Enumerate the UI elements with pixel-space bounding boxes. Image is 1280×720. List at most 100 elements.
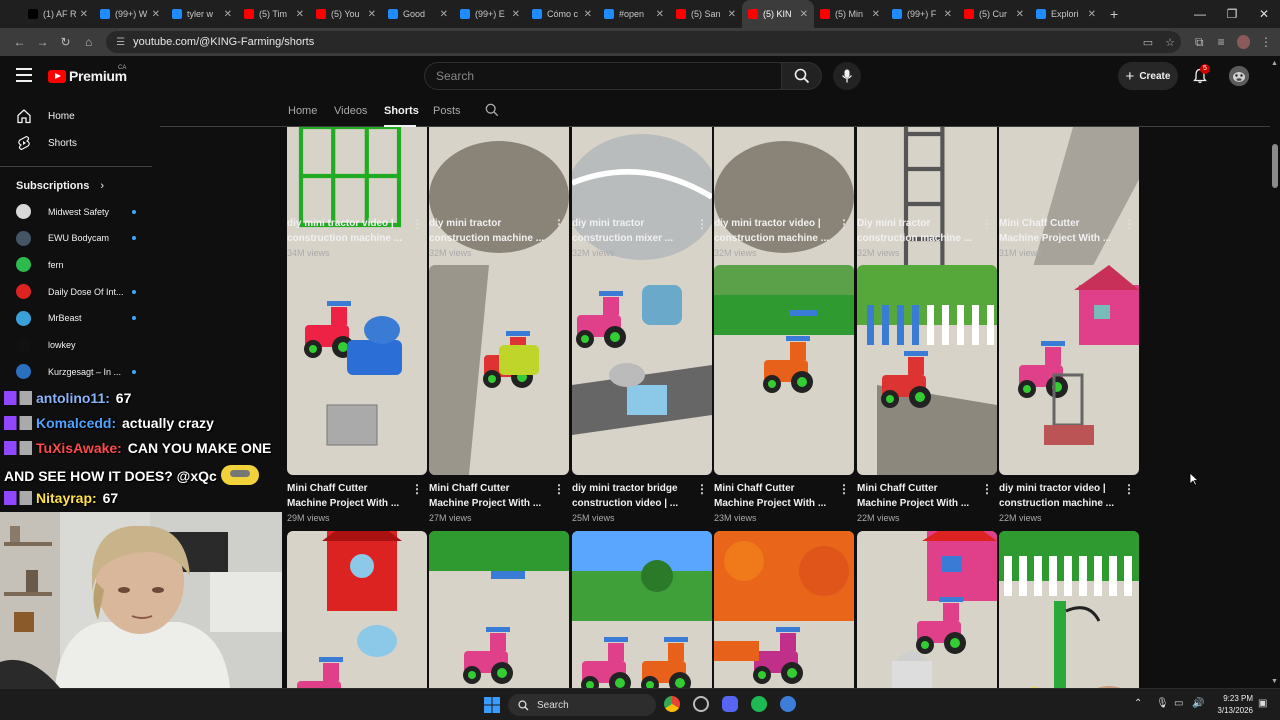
bookmark-star-icon[interactable]: ☆ [1165,36,1175,49]
short-title[interactable]: Diy mini tractor construction machine ..… [857,216,977,246]
tab-videos[interactable]: Videos [334,105,367,117]
scroll-up-icon[interactable]: ▲ [1271,60,1278,67]
close-window-button[interactable]: ✕ [1248,7,1280,21]
messenger-icon[interactable] [780,696,796,712]
close-tab-icon[interactable]: ✕ [944,9,952,20]
short-title[interactable]: Mini Chaff Cutter Machine Project With .… [429,481,549,511]
more-actions-icon[interactable]: ⋮ [838,482,850,496]
tray-chevron-icon[interactable]: ⌃ [1134,698,1142,709]
short-title[interactable]: diy mini tractor video | construction ma… [287,216,407,246]
browser-tab[interactable]: Good ✕ [382,0,454,28]
browser-tab[interactable]: (99+) E ✕ [454,0,526,28]
browser-menu-icon[interactable]: ⋮ [1260,35,1272,49]
more-actions-icon[interactable]: ⋮ [981,482,993,496]
search-input[interactable]: Search [424,62,782,90]
short-thumbnail[interactable] [999,265,1139,475]
short-thumbnail[interactable] [572,265,712,475]
short-title[interactable]: diy mini tractor bridge construction vid… [572,481,692,511]
spotify-icon[interactable] [751,696,767,712]
more-actions-icon[interactable]: ⋮ [696,482,708,496]
browser-tab[interactable]: tyler w ✕ [166,0,238,28]
extensions-icon[interactable]: ⧉ [1195,35,1204,50]
new-tab-button[interactable]: + [1110,6,1118,22]
more-actions-icon[interactable]: ⋮ [838,217,850,231]
close-tab-icon[interactable]: ✕ [80,9,88,20]
short-thumbnail[interactable] [429,265,569,475]
browser-tab[interactable]: (5) KIN ✕ [742,0,814,28]
account-avatar[interactable] [1229,66,1249,86]
short-title[interactable]: Mini Chaff Cutter Machine Project With .… [999,216,1119,246]
close-tab-icon[interactable]: ✕ [800,9,808,20]
url-input[interactable]: ☰ youtube.com/@KING-Farming/shorts ▭ ☆ [106,31,1181,53]
channel-search-button[interactable] [485,103,499,122]
back-button[interactable]: ← [8,35,31,49]
browser-tab[interactable]: (5) Tim ✕ [238,0,310,28]
restore-button[interactable]: ❐ [1216,7,1248,21]
short-title[interactable]: diy mini tractor construction mixer ... [572,216,692,246]
menu-icon[interactable] [16,68,32,82]
taskbar-search[interactable]: Search [508,694,656,716]
profile-avatar[interactable] [1236,35,1251,49]
tab-shorts[interactable]: Shorts [384,105,419,117]
browser-tab[interactable]: Cómo c ✕ [526,0,598,28]
guide-item-home[interactable]: Home [16,108,75,124]
close-tab-icon[interactable]: ✕ [728,9,736,20]
browser-tab[interactable]: (1) AF R ✕ [22,0,94,28]
short-thumbnail[interactable] [857,265,997,475]
scroll-down-icon[interactable]: ▼ [1271,678,1278,685]
youtube-premium-logo[interactable]: Premium CA [48,65,127,84]
short-thumbnail[interactable] [857,531,997,688]
browser-tab[interactable]: Explori ✕ [1030,0,1102,28]
tab-posts[interactable]: Posts [433,105,461,117]
site-info-icon[interactable]: ☰ [116,37,125,48]
browser-tab[interactable]: (5) San ✕ [670,0,742,28]
short-thumbnail[interactable] [429,531,569,688]
short-thumbnail[interactable] [287,531,427,688]
close-tab-icon[interactable]: ✕ [656,9,664,20]
minimize-button[interactable]: — [1184,7,1216,21]
more-actions-icon[interactable]: ⋮ [411,217,423,231]
chrome-icon[interactable] [664,696,680,712]
short-title[interactable]: diy mini tractor video | construction ma… [999,481,1119,511]
notification-center-icon[interactable]: ▣ [1258,698,1267,709]
browser-tab[interactable]: (5) You ✕ [310,0,382,28]
browser-tab[interactable]: (5) Min ✕ [814,0,886,28]
network-icon[interactable]: ▭ [1174,698,1183,709]
close-tab-icon[interactable]: ✕ [512,9,520,20]
volume-icon[interactable]: 🔊 [1192,698,1204,709]
more-actions-icon[interactable]: ⋮ [696,217,708,231]
close-tab-icon[interactable]: ✕ [152,9,160,20]
more-actions-icon[interactable]: ⋮ [1123,482,1135,496]
home-icon[interactable]: ⌂ [77,35,100,49]
scrollbar-thumb[interactable] [1272,144,1278,188]
obs-icon[interactable] [693,696,709,712]
voice-search-button[interactable] [833,62,861,90]
discord-icon[interactable] [722,696,738,712]
create-button[interactable]: + Create [1118,62,1178,90]
taskbar-clock[interactable]: 9:23 PM 3/13/2026 [1213,693,1253,717]
search-button[interactable] [782,62,822,90]
close-tab-icon[interactable]: ✕ [584,9,592,20]
short-title[interactable]: Mini Chaff Cutter Machine Project With .… [714,481,834,511]
short-thumbnail[interactable] [287,265,427,475]
more-actions-icon[interactable]: ⋮ [1123,217,1135,231]
close-tab-icon[interactable]: ✕ [368,9,376,20]
forward-button[interactable]: → [31,35,54,49]
browser-tab[interactable]: #open ✕ [598,0,670,28]
reload-button[interactable]: ↻ [54,35,77,49]
close-tab-icon[interactable]: ✕ [1016,9,1024,20]
close-tab-icon[interactable]: ✕ [440,9,448,20]
short-thumbnail[interactable] [999,531,1139,688]
windows-start-icon[interactable] [484,697,500,713]
close-tab-icon[interactable]: ✕ [296,9,304,20]
more-actions-icon[interactable]: ⋮ [411,482,423,496]
short-thumbnail[interactable] [714,265,854,475]
page-scrollbar[interactable]: ▲ ▼ [1270,56,1280,688]
more-actions-icon[interactable]: ⋮ [981,217,993,231]
tab-home[interactable]: Home [288,105,317,117]
close-tab-icon[interactable]: ✕ [872,9,880,20]
browser-tab[interactable]: (99+) F ✕ [886,0,958,28]
more-actions-icon[interactable]: ⋮ [553,217,565,231]
short-title[interactable]: diy mini tractor construction machine ..… [429,216,549,246]
browser-tab[interactable]: (5) Cur ✕ [958,0,1030,28]
